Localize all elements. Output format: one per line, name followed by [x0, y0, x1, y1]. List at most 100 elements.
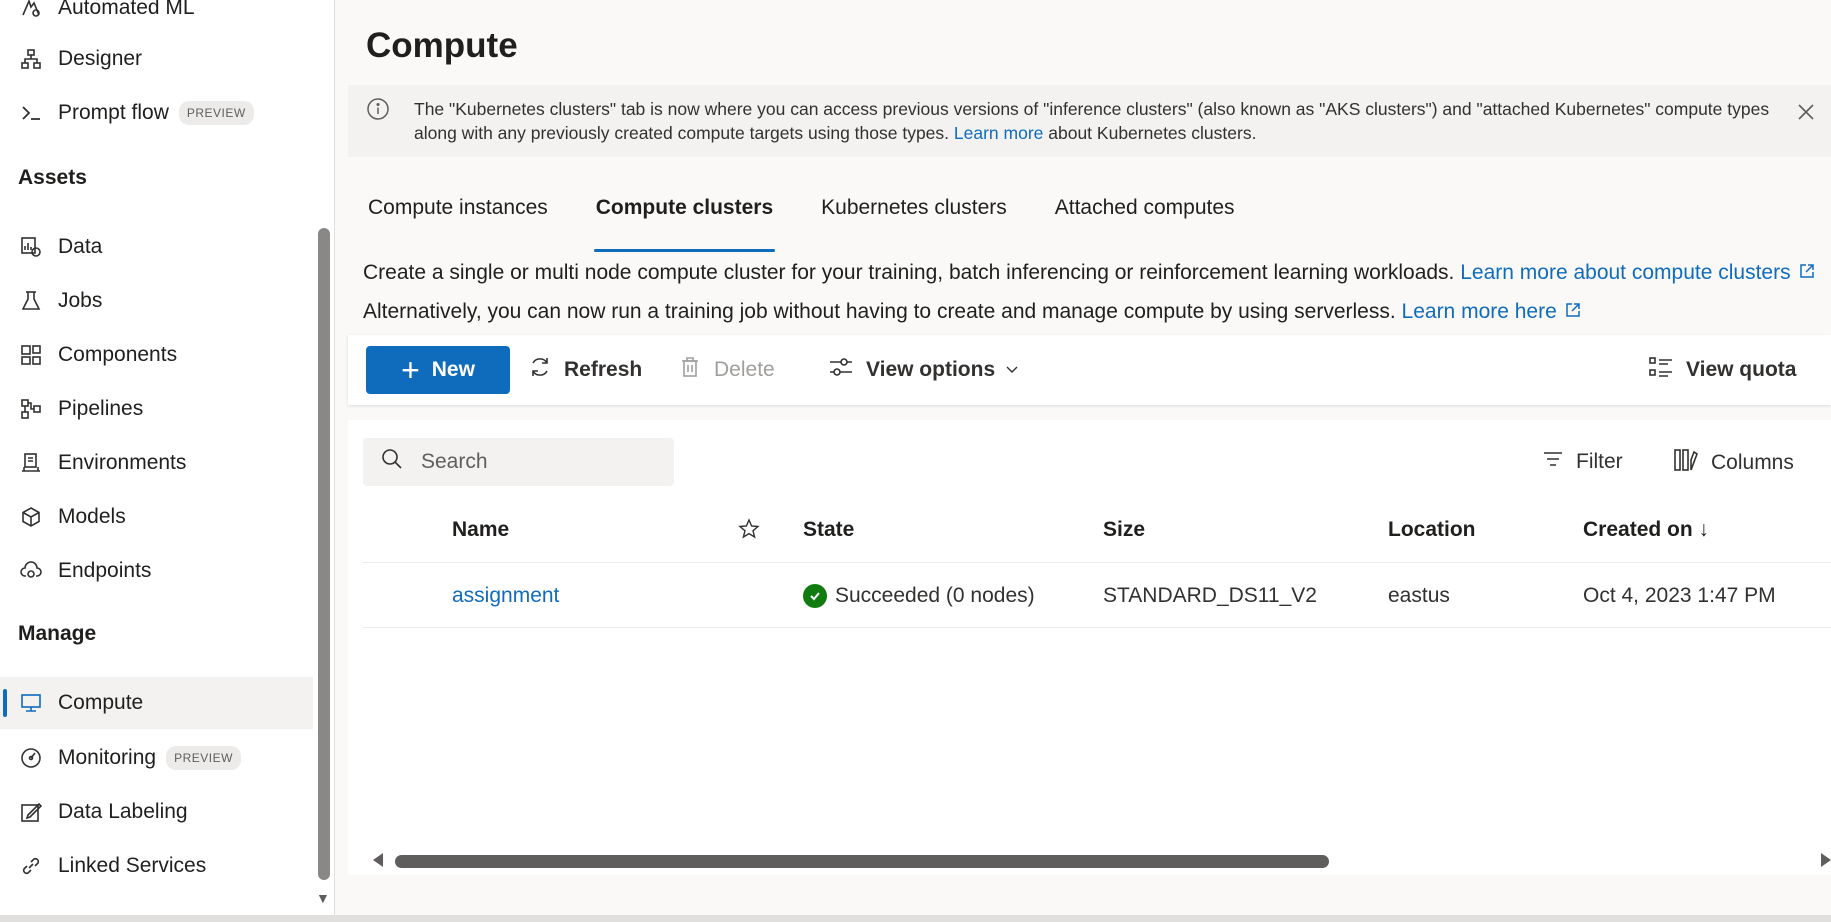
compute-icon: [18, 690, 44, 716]
view-quota-label: View quota: [1686, 358, 1797, 381]
column-header-created-on[interactable]: Created on ↓: [1583, 518, 1709, 542]
view-quota-button[interactable]: View quota: [1648, 346, 1796, 394]
app-root: Automated ML Designer Prompt flow PREVIE…: [0, 0, 1831, 922]
models-icon: [18, 504, 44, 530]
plus-icon: +: [401, 352, 420, 388]
column-header-location[interactable]: Location: [1388, 518, 1476, 542]
nav-item-label: Prompt flow: [58, 101, 169, 124]
view-options-button[interactable]: View options: [828, 346, 1031, 394]
data-icon: [18, 234, 44, 260]
sidebar-scrollbar[interactable]: [318, 228, 330, 880]
success-check-icon: [803, 584, 827, 608]
main-content: Compute The "Kubernetes clusters" tab is…: [336, 0, 1831, 922]
description-line-2: Alternatively, you can now run a trainin…: [363, 300, 1581, 324]
external-link-icon: [1565, 300, 1581, 324]
nav-item-environments[interactable]: Environments: [0, 437, 313, 489]
pipelines-icon: [18, 396, 44, 422]
scroll-down-icon[interactable]: ▼: [316, 890, 330, 906]
tab-compute-instances[interactable]: Compute instances: [366, 190, 550, 242]
automated-ml-icon: [18, 0, 44, 21]
nav-item-jobs[interactable]: Jobs: [0, 275, 313, 327]
preview-badge: PREVIEW: [166, 746, 241, 770]
designer-icon: [18, 46, 44, 72]
search-box[interactable]: Search: [363, 438, 674, 486]
view-quota-icon: [1648, 355, 1686, 385]
nav-item-label: Compute: [58, 691, 144, 714]
page-title: Compute: [366, 26, 518, 65]
data-labeling-icon: [18, 799, 44, 825]
nav-item-data[interactable]: Data: [0, 221, 313, 273]
jobs-icon: [18, 288, 44, 314]
clusters-grid-panel: Search Filter Columns Name State Size Lo…: [348, 420, 1831, 875]
column-header-state[interactable]: State: [803, 518, 854, 542]
column-header-size[interactable]: Size: [1103, 518, 1145, 542]
description-text: Alternatively, you can now run a trainin…: [363, 300, 1402, 323]
horizontal-scrollbar[interactable]: [363, 850, 1831, 872]
components-icon: [18, 342, 44, 368]
search-placeholder: Search: [421, 450, 488, 473]
scroll-left-icon[interactable]: [373, 853, 383, 867]
filter-button[interactable]: Filter: [1542, 448, 1623, 476]
monitoring-icon: [18, 745, 44, 771]
banner-text: The "Kubernetes clusters" tab is now whe…: [414, 97, 1789, 145]
nav-item-monitoring[interactable]: Monitoring PREVIEW: [0, 732, 313, 784]
info-icon: [366, 97, 390, 126]
external-link-icon: [1799, 261, 1815, 285]
tab-attached-computes[interactable]: Attached computes: [1053, 190, 1237, 242]
nav-item-pipelines[interactable]: Pipelines: [0, 383, 313, 435]
environments-icon: [18, 450, 44, 476]
favorite-star-icon[interactable]: [738, 518, 760, 546]
column-header-name[interactable]: Name: [452, 518, 509, 542]
nav-item-label: Data Labeling: [58, 800, 188, 823]
info-banner: The "Kubernetes clusters" tab is now whe…: [348, 85, 1831, 157]
nav-item-label: Data: [58, 235, 103, 258]
header-divider: [363, 562, 1831, 563]
close-icon[interactable]: [1793, 99, 1819, 125]
learn-more-compute-clusters-link[interactable]: Learn more about compute clusters: [1460, 261, 1790, 284]
preview-badge: PREVIEW: [178, 101, 254, 125]
cluster-state: Succeeded (0 nodes): [803, 584, 1035, 608]
nav-item-automated-ml[interactable]: Automated ML: [0, 0, 313, 34]
banner-text-after: about Kubernetes clusters.: [1043, 123, 1257, 143]
compute-tabs: Compute instances Compute clusters Kuber…: [366, 190, 1281, 252]
delete-button[interactable]: Delete: [678, 346, 775, 394]
nav-item-label: Pipelines: [58, 397, 144, 420]
columns-button[interactable]: Columns: [1673, 448, 1794, 478]
nav-item-data-labeling[interactable]: Data Labeling: [0, 786, 313, 838]
cluster-name-link[interactable]: assignment: [452, 584, 559, 608]
banner-learn-more-link[interactable]: Learn more: [954, 123, 1044, 143]
window-bottom-edge: [0, 915, 1831, 922]
columns-icon: [1673, 448, 1711, 478]
nav-item-linked-services[interactable]: Linked Services: [0, 840, 313, 892]
search-icon: [381, 448, 421, 476]
nav-item-label: Components: [58, 343, 178, 366]
description-text: Create a single or multi node compute cl…: [363, 261, 1461, 284]
trash-icon: [678, 355, 714, 385]
learn-more-here-link[interactable]: Learn more here: [1402, 300, 1557, 323]
prompt-flow-icon: [18, 100, 44, 126]
refresh-icon: [528, 355, 564, 385]
view-options-label: View options: [866, 358, 996, 381]
nav-item-designer[interactable]: Designer: [0, 33, 313, 85]
nav-item-label: Endpoints: [58, 559, 152, 582]
tab-kubernetes-clusters[interactable]: Kubernetes clusters: [819, 190, 1009, 242]
nav-item-label: Automated ML: [58, 0, 195, 19]
refresh-button[interactable]: Refresh: [528, 346, 642, 394]
nav-item-prompt-flow[interactable]: Prompt flow PREVIEW: [0, 87, 313, 139]
filter-label: Filter: [1576, 450, 1623, 473]
new-button[interactable]: + New: [366, 346, 510, 394]
nav-item-label: Models: [58, 505, 126, 528]
manage-section-title: Manage: [18, 622, 97, 645]
cluster-state-text: Succeeded (0 nodes): [835, 584, 1035, 607]
tab-compute-clusters[interactable]: Compute clusters: [593, 190, 776, 252]
nav-item-components[interactable]: Components: [0, 329, 313, 381]
assets-section-title: Assets: [18, 166, 87, 189]
scrollbar-thumb[interactable]: [395, 855, 1329, 868]
nav-item-label: Linked Services: [58, 854, 207, 877]
nav-item-compute[interactable]: Compute: [0, 677, 313, 729]
nav-item-endpoints[interactable]: Endpoints: [0, 545, 313, 597]
nav-item-models[interactable]: Models: [0, 491, 313, 543]
scroll-right-icon[interactable]: [1821, 853, 1831, 867]
cluster-created-on: Oct 4, 2023 1:47 PM: [1583, 584, 1776, 607]
new-button-label: New: [431, 358, 475, 381]
